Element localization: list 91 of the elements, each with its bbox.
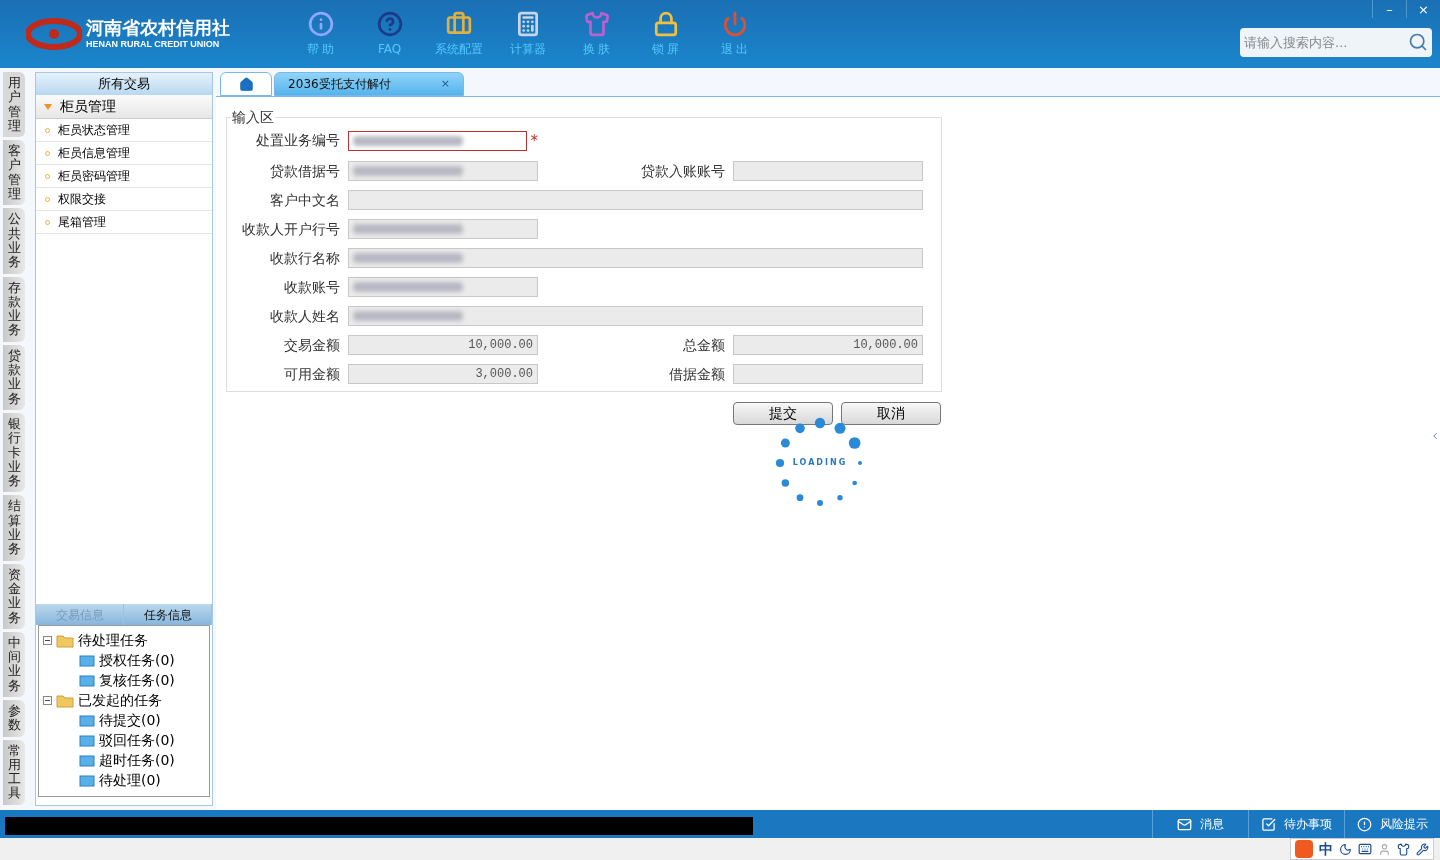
mail-icon xyxy=(1177,816,1192,832)
field-label: 收款行名称 xyxy=(269,248,340,268)
logo-icon xyxy=(26,18,82,50)
ime-logo-icon xyxy=(1295,840,1313,858)
side-tab[interactable]: 客户管理 xyxy=(3,140,25,206)
side-tab[interactable]: 存款业务 xyxy=(3,276,25,342)
input-field[interactable] xyxy=(733,161,923,181)
folder-icon xyxy=(79,773,95,787)
field-label: 贷款入账账号 xyxy=(640,161,725,181)
home-tab[interactable] xyxy=(220,72,272,96)
folder-icon xyxy=(79,653,95,667)
folder-icon xyxy=(79,713,95,727)
moon-icon[interactable] xyxy=(1339,842,1352,856)
input-field[interactable]: 3,000.00 xyxy=(348,364,538,384)
side-tab[interactable]: 结算业务 xyxy=(3,495,25,561)
tree-node[interactable]: 待处理(0) xyxy=(99,769,161,791)
input-field[interactable] xyxy=(348,306,923,326)
tree-node[interactable]: 驳回任务(0) xyxy=(99,729,175,751)
field-label: 收款人开户行号 xyxy=(241,219,340,239)
input-field[interactable]: 10,000.00 xyxy=(733,335,923,355)
menu-group[interactable]: 柜员管理 xyxy=(36,95,212,119)
field-label: 借据金额 xyxy=(668,364,725,384)
folder-icon xyxy=(56,692,74,708)
side-tab[interactable]: 公共业务 xyxy=(3,208,25,274)
field-label: 交易金额 xyxy=(283,335,340,355)
search-icon xyxy=(1408,32,1428,52)
lock-icon xyxy=(652,10,679,37)
panel-title: 输入区 xyxy=(231,108,275,127)
close-button[interactable]: × xyxy=(1406,0,1440,18)
form-button[interactable]: 取消 xyxy=(841,401,941,425)
input-field[interactable]: 10,000.00 xyxy=(348,335,538,355)
logo-title: 河南省农村信用社 xyxy=(86,19,230,37)
input-field[interactable] xyxy=(348,248,923,268)
logo-subtitle: HENAN RURAL CREDIT UNION xyxy=(86,40,221,49)
shirt-icon[interactable] xyxy=(1397,842,1410,856)
keyboard-icon[interactable] xyxy=(1358,842,1372,856)
info-icon xyxy=(307,10,334,37)
side-tab[interactable]: 用户管理 xyxy=(3,72,25,138)
field-label: 处置业务编号 xyxy=(255,131,340,150)
alert-icon xyxy=(1357,816,1372,832)
menu-item[interactable]: 权限交接 xyxy=(36,188,212,211)
input-field[interactable] xyxy=(348,219,538,239)
tree-node[interactable]: 待处理任务 xyxy=(78,629,148,651)
field-label: 收款人姓名 xyxy=(269,306,340,326)
tree-node[interactable]: 超时任务(0) xyxy=(99,749,175,771)
side-tab[interactable]: 常用工具 xyxy=(3,739,25,805)
required-mark: * xyxy=(530,131,538,152)
tree-node[interactable]: 已发起的任务 xyxy=(78,689,162,711)
collapse-toggle[interactable] xyxy=(43,695,52,705)
minimize-button[interactable]: – xyxy=(1372,0,1406,18)
field-label: 贷款借据号 xyxy=(269,161,340,181)
tree-node[interactable]: 授权任务(0) xyxy=(99,649,175,671)
field-value: 10,000.00 xyxy=(468,337,533,354)
power-icon xyxy=(721,10,748,37)
user-icon[interactable] xyxy=(1378,842,1391,856)
wrench-icon[interactable] xyxy=(1416,842,1429,856)
side-tab[interactable]: 银行卡业务 xyxy=(3,412,25,493)
sidebar-title: 所有交易 xyxy=(36,73,212,95)
folder-icon xyxy=(56,632,74,648)
checkbox-icon xyxy=(1261,816,1276,832)
menu-item[interactable]: 柜员信息管理 xyxy=(36,142,212,165)
input-field[interactable] xyxy=(348,161,538,181)
folder-icon xyxy=(79,733,95,747)
tree-node[interactable]: 待提交(0) xyxy=(99,709,161,731)
content-tab[interactable]: 2036受托支付解付 × xyxy=(274,72,464,96)
shirt-icon xyxy=(583,10,610,37)
menu-item[interactable]: 柜员密码管理 xyxy=(36,165,212,188)
menu-item[interactable]: 柜员状态管理 xyxy=(36,119,212,142)
home-icon xyxy=(238,76,254,92)
side-tab[interactable]: 中间业务 xyxy=(3,631,25,697)
field-value: 3,000.00 xyxy=(475,366,533,383)
field-value: 10,000.00 xyxy=(853,337,918,354)
input-field[interactable] xyxy=(348,277,538,297)
field-label: 总金额 xyxy=(682,335,725,355)
side-tab[interactable]: 参数 xyxy=(3,700,25,737)
search-field[interactable]: 请输入搜索内容... xyxy=(1240,28,1432,57)
field-label: 收款账号 xyxy=(283,277,340,297)
folder-icon xyxy=(79,753,95,767)
side-tab[interactable]: 资金业务 xyxy=(3,563,25,629)
ime-mode[interactable]: 中 xyxy=(1319,838,1333,860)
collapse-toggle[interactable] xyxy=(43,635,52,645)
toolbox-icon xyxy=(445,10,472,37)
tree-node[interactable]: 复核任务(0) xyxy=(99,669,175,691)
help-icon xyxy=(376,10,403,37)
folder-icon xyxy=(79,673,95,687)
input-field[interactable] xyxy=(733,364,923,384)
side-tab[interactable]: 贷款业务 xyxy=(3,344,25,410)
field-label: 可用金额 xyxy=(283,364,340,384)
field-label: 客户中文名 xyxy=(269,190,340,210)
input-field[interactable] xyxy=(348,190,923,210)
input-field[interactable] xyxy=(348,131,527,152)
